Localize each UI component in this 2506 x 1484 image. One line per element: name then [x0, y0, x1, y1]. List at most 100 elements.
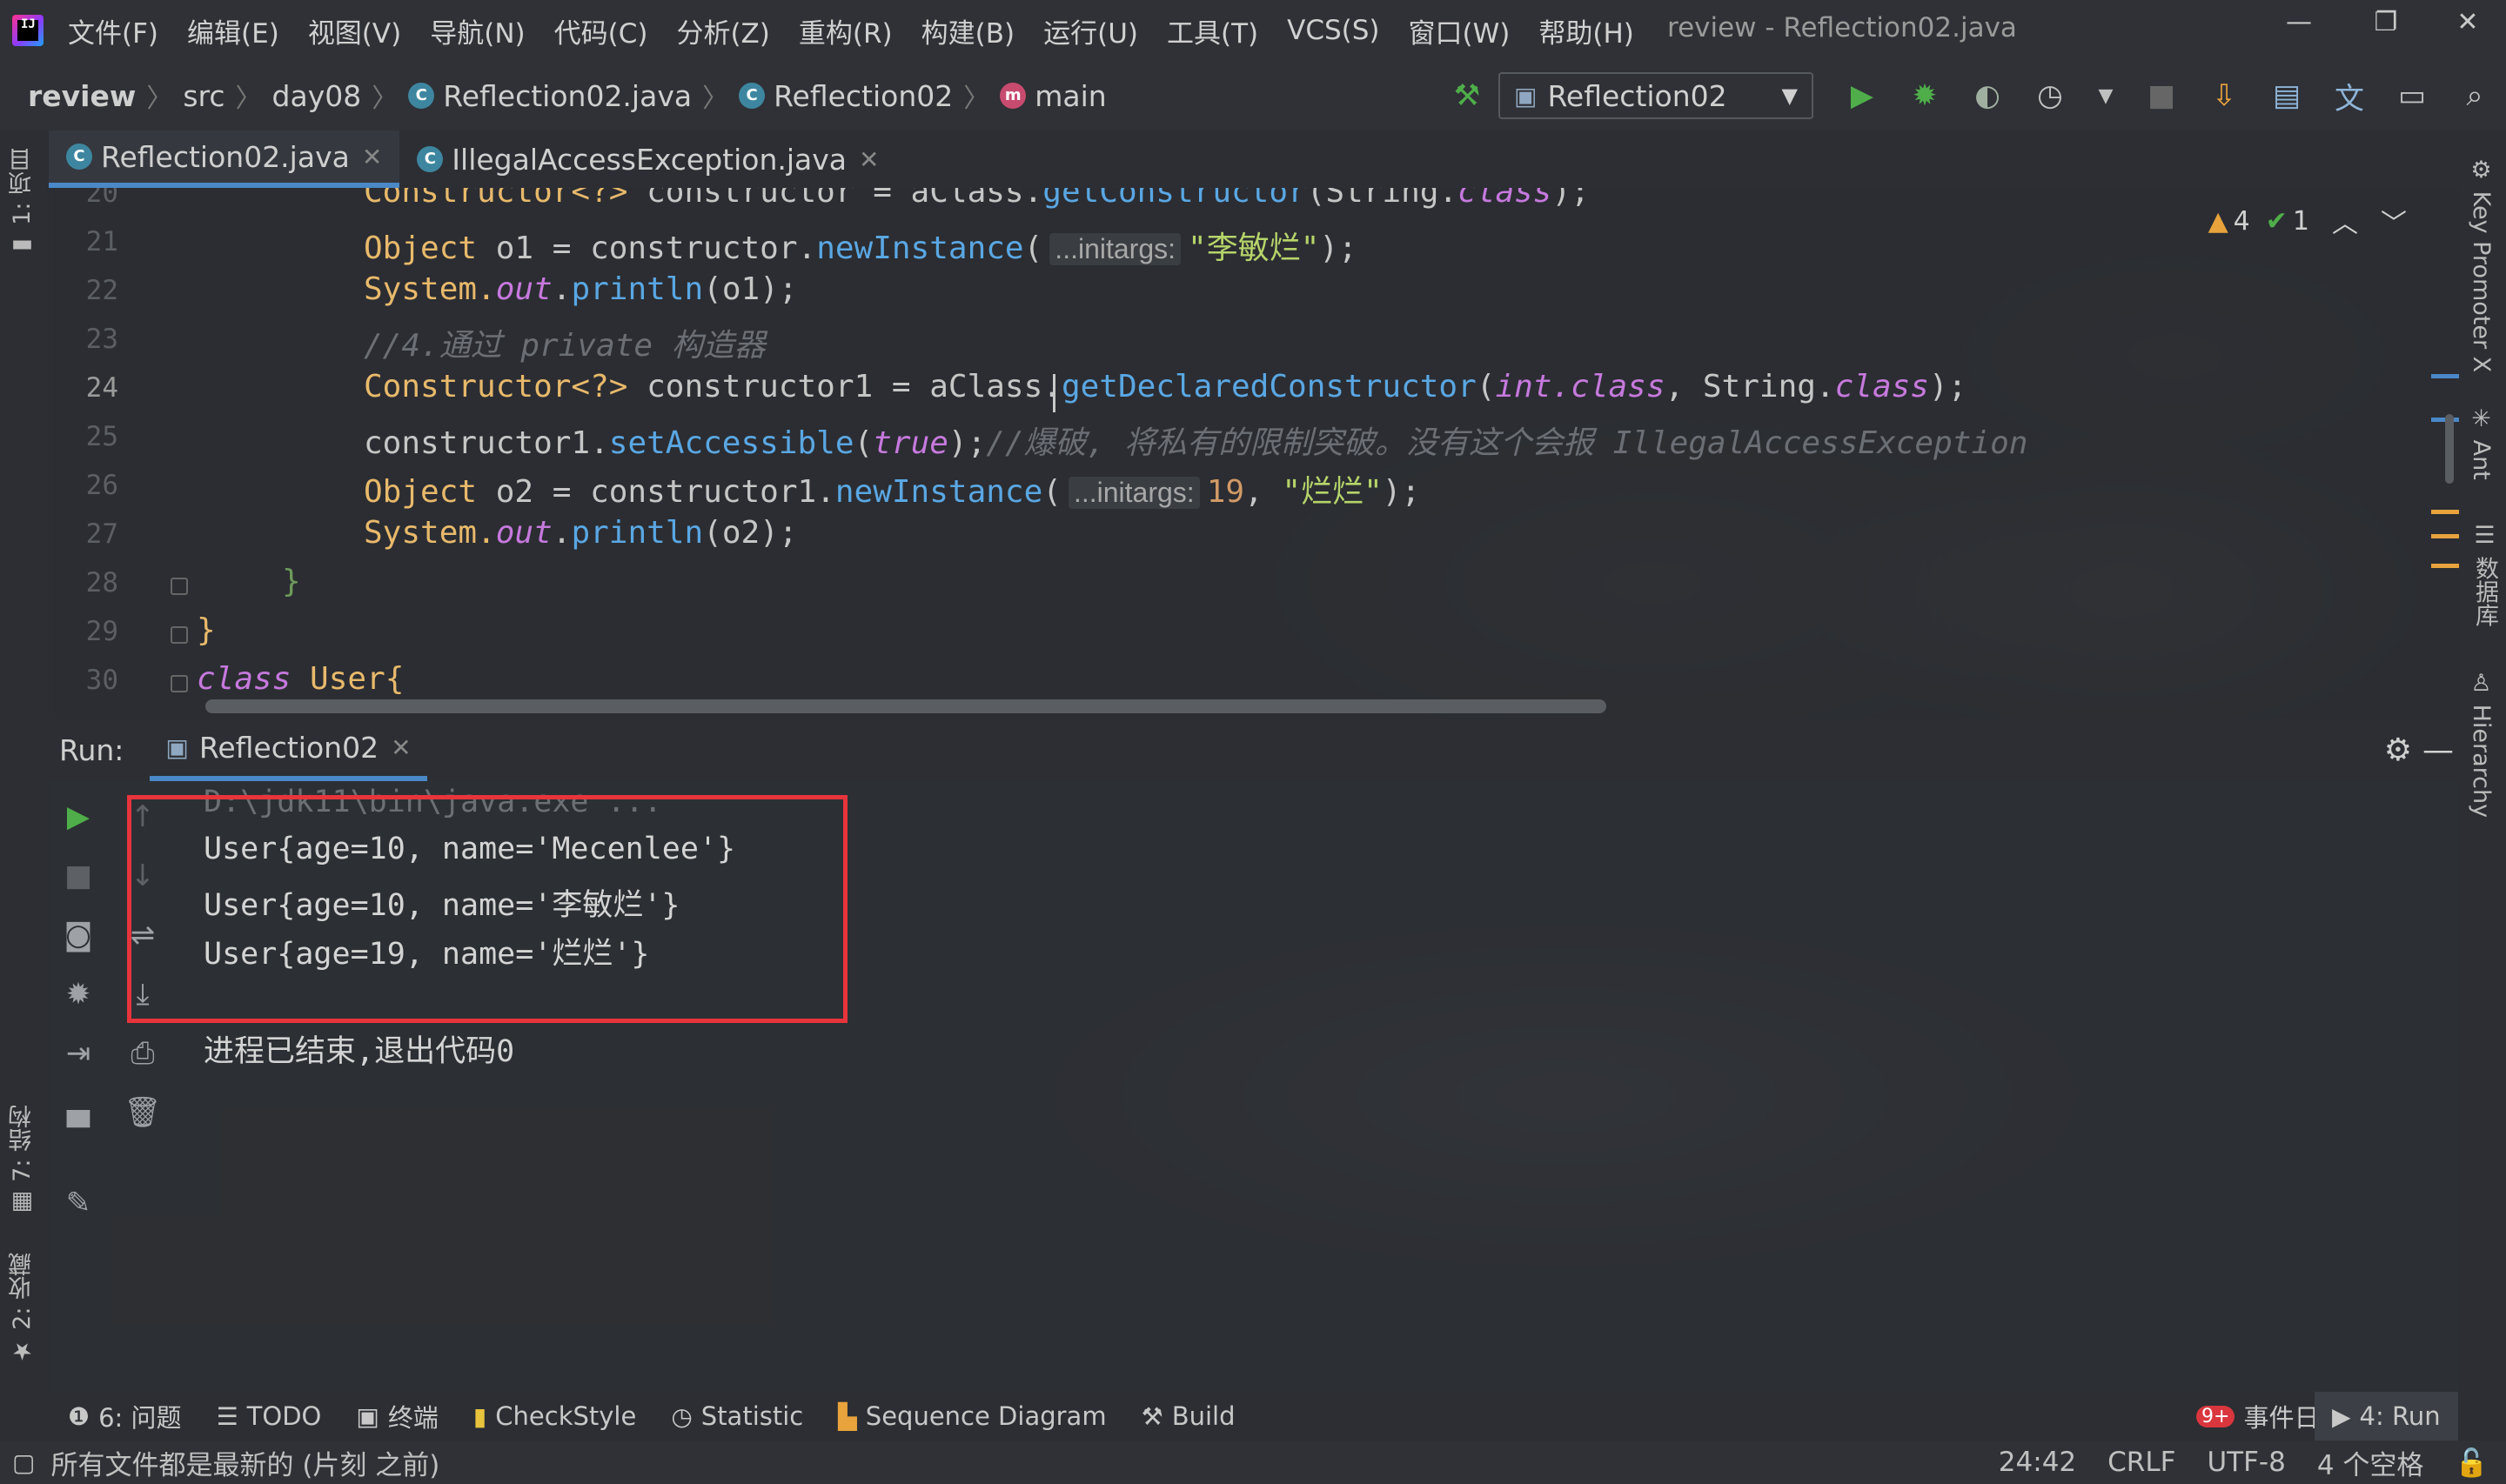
previous-highlight-icon[interactable]: ︿	[2332, 202, 2358, 240]
more-run-dropdown-icon[interactable]: ▼	[2081, 71, 2130, 120]
run-tab-reflection02[interactable]: ▣ Reflection02 ✕	[150, 719, 427, 781]
run-configuration-select[interactable]: ▣ Reflection02 ▼	[1498, 72, 1813, 119]
code-editor[interactable]: ▲ 4 ✔ 1 ︿ ﹀ 20 21 22 23 24 25 26 27 28 2…	[49, 188, 2459, 719]
pin-icon[interactable]: ✎	[52, 1181, 104, 1225]
project-tool-button[interactable]: ▬ 1: 项目	[5, 148, 39, 259]
close-tab-icon[interactable]: ✕	[859, 145, 879, 174]
menu-window[interactable]: 窗口(W)	[1409, 11, 1511, 50]
run-tool-button[interactable]: ▶ 4: Run	[2315, 1392, 2458, 1441]
token-method: getDeclaredConstructor	[1061, 369, 1477, 404]
error-stripe-mark[interactable]	[2431, 374, 2459, 378]
terminal-icon: ▣	[356, 1401, 379, 1431]
layout-icon[interactable]: ▀	[52, 1106, 104, 1150]
profile-icon[interactable]: ◷	[2026, 71, 2074, 120]
camera-dump-icon[interactable]: ◙	[52, 913, 104, 957]
breadcrumb-method[interactable]: main	[1035, 79, 1106, 113]
line-separator[interactable]: CRLF	[2107, 1447, 2175, 1478]
menu-code[interactable]: 代码(C)	[554, 11, 648, 50]
token-type: System.	[364, 271, 496, 307]
code-line-21: Object o1 = constructor.newInstance(...i…	[364, 223, 1357, 268]
search-everywhere-icon[interactable]: ⌕	[2450, 71, 2499, 120]
menu-edit[interactable]: 编辑(E)	[187, 11, 279, 50]
unlock-icon[interactable]: 🔓	[2455, 1447, 2489, 1479]
menu-file[interactable]: 文件(F)	[68, 11, 158, 50]
error-stripe-mark[interactable]	[2431, 564, 2459, 568]
file-encoding[interactable]: UTF-8	[2207, 1447, 2285, 1478]
run-icon[interactable]: ▶	[1838, 71, 1886, 120]
checkstyle-tool-button[interactable]: ▮ CheckStyle	[473, 1401, 636, 1431]
ant-tool-button[interactable]: ✳ Ant	[2468, 405, 2495, 480]
database-tool-button[interactable]: ☰ 数据库	[2468, 522, 2502, 627]
hide-panel-icon[interactable]: —	[2422, 732, 2454, 768]
problems-tool-button[interactable]: ❶ 6: 问题	[68, 1398, 182, 1434]
vertical-scrollbar[interactable]	[2445, 414, 2454, 484]
terminal-tool-button[interactable]: ▣ 终端	[356, 1398, 438, 1434]
exit-icon[interactable]: ⇥	[52, 1032, 104, 1075]
menu-tools[interactable]: 工具(T)	[1167, 11, 1258, 50]
close-tab-icon[interactable]: ✕	[391, 733, 411, 762]
menu-build[interactable]: 构建(B)	[921, 11, 1015, 50]
next-highlight-icon[interactable]: ﹀	[2381, 202, 2407, 240]
fold-marker[interactable]	[171, 578, 188, 595]
structure-tool-button[interactable]: ▦ 7: 结构	[5, 1105, 39, 1216]
project-tool-label: 1: 项目	[9, 148, 36, 225]
indent-setting[interactable]: 4 个空格	[2317, 1443, 2424, 1482]
breadcrumb-project[interactable]: review	[28, 79, 136, 113]
menu-run[interactable]: 运行(U)	[1043, 11, 1138, 50]
menubar: IJ 文件(F) 编辑(E) 视图(V) 导航(N) 代码(C) 分析(Z) 重…	[0, 0, 2506, 61]
toggle-tool-windows-icon[interactable]: ▢	[12, 1448, 35, 1477]
print-icon[interactable]: ⎙	[117, 1032, 169, 1075]
build-hammer-icon[interactable]: ⚒	[1443, 71, 1491, 120]
todo-tool-button[interactable]: ☰ TODO	[217, 1401, 322, 1431]
statistic-tool-button[interactable]: ◷ Statistic	[671, 1401, 803, 1431]
horizontal-scrollbar[interactable]	[205, 699, 1606, 713]
menu-vcs[interactable]: VCS(S)	[1287, 15, 1379, 46]
menu-refactor[interactable]: 重构(R)	[799, 11, 893, 50]
scroll-down-icon[interactable]: ↓	[117, 854, 169, 898]
trash-icon[interactable]: 🗑	[117, 1091, 169, 1134]
translate-icon[interactable]: 文	[2325, 71, 2374, 120]
debug-settings-icon[interactable]: ✹	[52, 973, 104, 1016]
project-structure-icon[interactable]: ▤	[2262, 71, 2311, 120]
build-tool-button[interactable]: ⚒ Build	[1142, 1401, 1236, 1431]
vcs-update-icon[interactable]: ⇩	[2200, 71, 2248, 120]
tab-illegal-access-exception[interactable]: C IllegalAccessException.java ✕	[399, 130, 896, 188]
console-exit-message: 进程已结束,退出代码0	[204, 1034, 515, 1069]
coverage-shield-icon[interactable]: ◐	[1963, 71, 2012, 120]
tab-reflection02[interactable]: C Reflection02.java ✕	[49, 130, 400, 188]
error-stripe-mark[interactable]	[2431, 534, 2459, 538]
debug-bug-icon[interactable]: ✹	[1900, 71, 1949, 120]
scroll-to-end-icon[interactable]: ⤓	[117, 973, 169, 1016]
inspection-widget[interactable]: ▲ 4 ✔ 1 ︿ ﹀	[2208, 202, 2407, 240]
method-icon: m	[1000, 83, 1027, 109]
stop-icon[interactable]: ■	[2137, 71, 2186, 120]
menu-view[interactable]: 视图(V)	[308, 11, 401, 50]
breadcrumb-class[interactable]: Reflection02	[774, 79, 953, 113]
menu-navigate[interactable]: 导航(N)	[430, 11, 525, 50]
restore-button[interactable]: ❐	[2360, 7, 2412, 37]
hierarchy-tool-button[interactable]: ♙ Hierarchy	[2468, 670, 2495, 818]
minimize-button[interactable]: —	[2273, 7, 2325, 37]
fold-marker[interactable]	[171, 626, 188, 644]
right-tool-strip: ⚙ Key Promoter X ✳ Ant ☰ 数据库 ♙ Hierarchy	[2459, 130, 2506, 1392]
key-promoter-tool-button[interactable]: ⚙ Key Promoter X	[2468, 157, 2495, 372]
breadcrumb-package[interactable]: day08	[272, 79, 362, 113]
rerun-icon[interactable]: ▶	[52, 795, 104, 839]
fold-marker[interactable]	[171, 675, 188, 692]
error-stripe-mark[interactable]	[2431, 510, 2459, 514]
sequence-diagram-tool-button[interactable]: ▙ Sequence Diagram	[838, 1401, 1106, 1431]
breadcrumb-file[interactable]: Reflection02.java	[443, 79, 692, 113]
caret-position[interactable]: 24:42	[1999, 1447, 2076, 1478]
scroll-up-icon[interactable]: ↑	[117, 795, 169, 839]
soft-wrap-icon[interactable]: ⇌	[117, 913, 169, 957]
favorites-tool-button[interactable]: ★ 2: 收藏	[5, 1253, 39, 1364]
run-console[interactable]: ▶ ■ ◙ ✹ ⇥ ▀ ✎ ↑ ↓ ⇌ ⤓ ⎙ 🗑 D:\jdk11\bin\j…	[49, 781, 2459, 1392]
settings-gear-icon[interactable]: ⚙	[2384, 732, 2412, 768]
close-window-button[interactable]: ✕	[2442, 7, 2494, 37]
breadcrumb-src[interactable]: src	[183, 79, 224, 113]
presentation-mode-icon[interactable]: ▭	[2388, 71, 2436, 120]
menu-analyze[interactable]: 分析(Z)	[676, 11, 769, 50]
menu-help[interactable]: 帮助(H)	[1538, 11, 1634, 50]
stop-icon[interactable]: ■	[52, 854, 104, 898]
close-tab-icon[interactable]: ✕	[362, 143, 382, 171]
